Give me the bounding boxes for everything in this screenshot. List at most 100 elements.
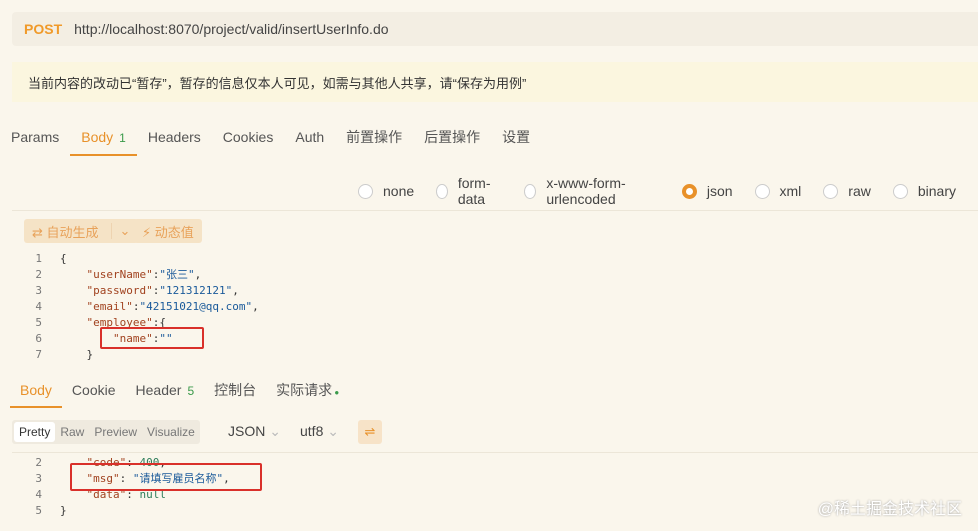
radio-label: json bbox=[706, 183, 733, 199]
wrap-lines-icon[interactable]: ⇌ bbox=[358, 420, 382, 444]
line-number: 3 bbox=[35, 284, 42, 297]
response-tab-2[interactable]: Header 5 bbox=[126, 376, 205, 408]
code-line: } bbox=[60, 503, 67, 519]
code-token: { bbox=[60, 252, 67, 265]
view-mode-pretty[interactable]: Pretty bbox=[14, 422, 56, 442]
tab-label: Headers bbox=[147, 129, 201, 145]
line-number: 7 bbox=[35, 348, 42, 361]
line-number: 2 bbox=[35, 268, 42, 281]
auto-generate-button[interactable]: ⇄ 自动生成 ⌄ bbox=[24, 219, 139, 243]
line-number: 1 bbox=[35, 252, 42, 265]
code-token: "42151021@qq.com" bbox=[139, 300, 253, 313]
response-tab-4[interactable]: 实际请求 ● bbox=[266, 376, 349, 408]
view-mode-raw[interactable]: Raw bbox=[55, 425, 89, 439]
tab-label: 设置 bbox=[502, 129, 531, 145]
radio-circle-icon bbox=[823, 183, 839, 199]
code-token: , bbox=[252, 300, 259, 313]
url-bar[interactable]: POST http://localhost:8070/project/valid… bbox=[12, 12, 978, 46]
encoding-select[interactable]: utf8 ⌄ bbox=[300, 423, 339, 440]
code-token: "121312121" bbox=[159, 284, 233, 297]
line-number: 3 bbox=[35, 472, 42, 485]
tab-body[interactable]: Body 1 bbox=[70, 120, 137, 156]
code-token: "张三" bbox=[159, 268, 195, 281]
tab-params[interactable]: Params bbox=[0, 120, 70, 156]
highlight-box bbox=[70, 463, 262, 491]
auto-generate-label: ⇄ 自动生成 bbox=[32, 224, 99, 240]
radio-label: raw bbox=[848, 183, 871, 199]
tab-label: 前置操作 bbox=[346, 129, 403, 145]
tab-前置操作[interactable]: 前置操作 bbox=[335, 120, 413, 156]
format-value: JSON bbox=[228, 423, 266, 439]
code-token: } bbox=[60, 504, 67, 517]
radio-form-data[interactable]: form-data bbox=[436, 175, 502, 207]
request-tabs: Params Body 1 Headers Cookies Auth 前置操作 后置操作 设置 bbox=[0, 120, 541, 156]
tab-auth[interactable]: Auth bbox=[284, 120, 335, 156]
view-mode-switch: Pretty Raw Preview Visualize bbox=[12, 420, 200, 444]
tab-badge: 5 bbox=[187, 384, 195, 398]
tab-label: Header bbox=[135, 382, 182, 398]
format-select[interactable]: JSON ⌄ bbox=[228, 423, 281, 440]
response-tabs: Body Cookie Header 5 控制台 实际请求 ● bbox=[10, 376, 349, 408]
radio-json[interactable]: json bbox=[681, 175, 733, 207]
tab-badge: 1 bbox=[119, 131, 126, 145]
watermark: @稀土掘金技术社区 bbox=[817, 501, 962, 518]
code-token: "password" bbox=[60, 284, 153, 297]
response-tab-1[interactable]: Cookie bbox=[62, 376, 126, 408]
radio-circle-icon bbox=[436, 183, 448, 199]
line-number: 6 bbox=[35, 332, 42, 345]
tab-label: Body bbox=[20, 382, 52, 398]
radio-circle-icon bbox=[892, 183, 908, 199]
radio-circle-icon bbox=[524, 183, 537, 199]
dynamic-value-button[interactable]: ⚡ 动态值 bbox=[134, 219, 202, 243]
radio-circle-icon bbox=[358, 183, 373, 199]
view-mode-visualize[interactable]: Visualize bbox=[142, 425, 200, 439]
radio-circle-icon bbox=[754, 183, 770, 199]
url-input[interactable]: http://localhost:8070/project/valid/inse… bbox=[74, 21, 388, 37]
line-number: 4 bbox=[35, 300, 42, 313]
tab-label: 后置操作 bbox=[424, 129, 481, 145]
code-token: , bbox=[194, 268, 202, 281]
tab-cookies[interactable]: Cookies bbox=[212, 120, 285, 156]
body-type-radios: none form-data x-www-form-urlencoded json xm… bbox=[358, 175, 978, 207]
radio-raw[interactable]: raw bbox=[823, 175, 871, 207]
radio-x-www-form-urlencoded[interactable]: x-www-form-urlencoded bbox=[524, 175, 659, 207]
tab-后置操作[interactable]: 后置操作 bbox=[413, 120, 491, 156]
tab-label: Cookies bbox=[222, 129, 274, 145]
radio-circle-icon bbox=[681, 183, 697, 199]
code-line: "userName":"张三", bbox=[60, 267, 201, 283]
request-body-editor[interactable]: ⇄ 自动生成 ⌄ ⚡ 动态值 1 {2 "userName":"张三", 3 "pas… bbox=[12, 210, 978, 361]
tab-label: Cookie bbox=[71, 382, 116, 398]
tab-label: Body bbox=[81, 129, 114, 145]
highlight-box bbox=[100, 327, 204, 349]
code-token: } bbox=[60, 348, 94, 361]
line-number: 2 bbox=[35, 456, 42, 469]
view-mode-preview[interactable]: Preview bbox=[89, 425, 142, 439]
radio-binary[interactable]: binary bbox=[892, 175, 956, 207]
code-line: } bbox=[60, 347, 93, 363]
tab-headers[interactable]: Headers bbox=[137, 120, 212, 156]
chevron-down-icon[interactable]: ⌄ bbox=[110, 223, 130, 239]
tab-label: Auth bbox=[295, 129, 325, 145]
radio-xml[interactable]: xml bbox=[754, 175, 802, 207]
line-number: 4 bbox=[35, 488, 42, 501]
draft-notice: 当前内容的改动已“暂存”，暂存的信息仅本人可见，如需与其他人共享，请“保存为用例… bbox=[12, 62, 978, 102]
status-dot-icon: ● bbox=[332, 388, 340, 397]
code-token: "email" bbox=[60, 300, 133, 313]
radio-label: xml bbox=[779, 183, 802, 199]
radio-label: x-www-form-urlencoded bbox=[546, 175, 626, 207]
tab-label: 实际请求 bbox=[276, 382, 333, 398]
tab-设置[interactable]: 设置 bbox=[491, 120, 541, 156]
radio-none[interactable]: none bbox=[358, 175, 414, 207]
response-tab-0[interactable]: Body bbox=[10, 376, 62, 408]
code-line: "password":"121312121", bbox=[60, 283, 238, 299]
tab-label: 控制台 bbox=[214, 382, 257, 398]
code-line: { bbox=[60, 251, 67, 267]
code-line: "email":"42151021@qq.com", bbox=[60, 299, 259, 315]
radio-label: none bbox=[383, 183, 415, 199]
tab-label: Params bbox=[11, 129, 60, 145]
response-tab-3[interactable]: 控制台 bbox=[204, 376, 266, 408]
http-method[interactable]: POST bbox=[24, 21, 62, 37]
radio-label: form-data bbox=[457, 175, 491, 207]
encoding-value: utf8 bbox=[300, 423, 324, 439]
line-number: 5 bbox=[35, 504, 42, 517]
